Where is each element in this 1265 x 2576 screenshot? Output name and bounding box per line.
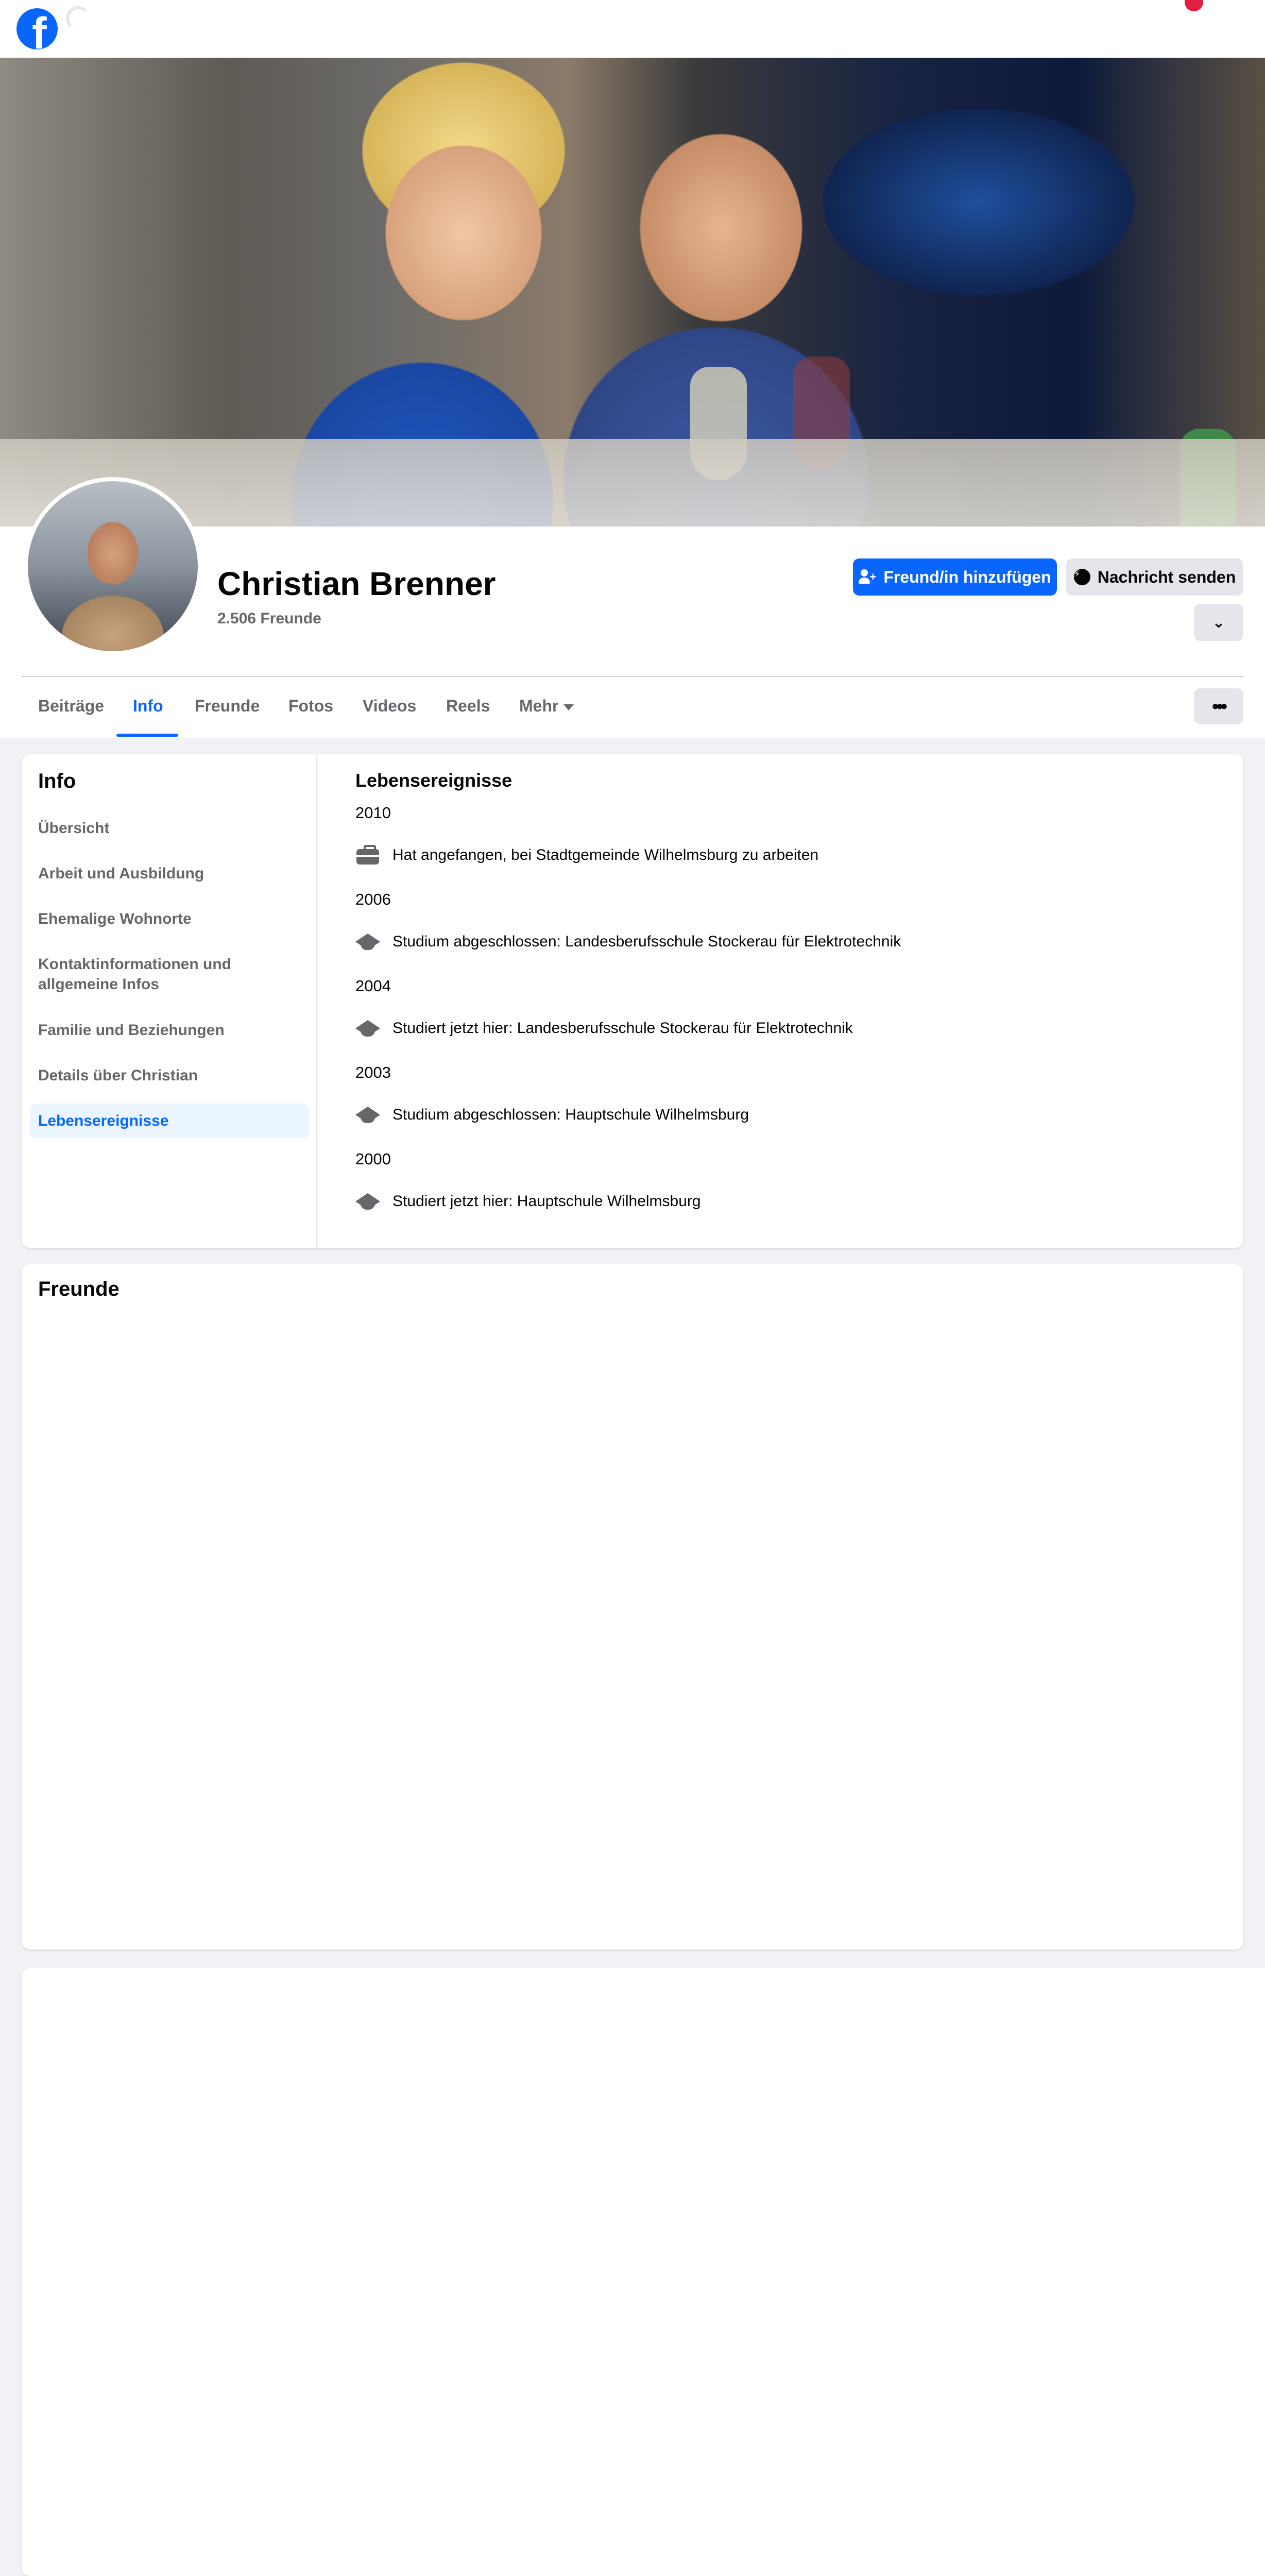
notification-badge[interactable] bbox=[1185, 0, 1203, 11]
tab-fotos[interactable]: Fotos bbox=[288, 697, 333, 716]
briefcase-icon bbox=[355, 845, 380, 866]
life-event-item[interactable]: Studiert jetzt hier: Landesberufsschule … bbox=[355, 1018, 853, 1039]
more-dots-icon: ••• bbox=[1212, 696, 1227, 717]
chevron-down-icon: ⌄ bbox=[1212, 614, 1225, 631]
send-message-label: Nachricht senden bbox=[1097, 567, 1236, 586]
info-nav-details[interactable]: Details über Christian bbox=[30, 1058, 309, 1093]
caret-down-icon bbox=[563, 704, 574, 710]
event-year: 2004 bbox=[355, 977, 391, 995]
life-event-text: Studiert jetzt hier: Landesberufsschule … bbox=[392, 1020, 853, 1037]
tab-info[interactable]: Info bbox=[133, 697, 163, 716]
profile-avatar[interactable] bbox=[24, 477, 202, 655]
graduation-cap-icon bbox=[355, 931, 380, 952]
profile-name: Christian Brenner bbox=[217, 565, 496, 602]
info-nav-overview[interactable]: Übersicht bbox=[30, 811, 309, 845]
graduation-cap-icon bbox=[355, 1018, 380, 1039]
event-year: 2000 bbox=[355, 1150, 391, 1168]
add-user-icon: + bbox=[859, 569, 876, 585]
event-year: 2003 bbox=[355, 1063, 391, 1081]
friends-card: Freunde bbox=[22, 1264, 1243, 1950]
info-nav-family[interactable]: Familie und Beziehungen bbox=[30, 1013, 309, 1047]
info-card: Info Übersicht Arbeit und Ausbildung Ehe… bbox=[22, 754, 1243, 1248]
graduation-cap-icon bbox=[355, 1105, 380, 1125]
tab-freunde[interactable]: Freunde bbox=[195, 697, 260, 716]
cover-photo[interactable] bbox=[0, 58, 1265, 527]
content-card bbox=[22, 1968, 1265, 2576]
tab-reels[interactable]: Reels bbox=[446, 697, 490, 716]
top-navigation-bar: f bbox=[0, 0, 1265, 58]
info-nav-work-education[interactable]: Arbeit und Ausbildung bbox=[30, 856, 309, 891]
tab-mehr[interactable]: Mehr bbox=[519, 697, 574, 716]
avatar-photo bbox=[28, 481, 198, 651]
facebook-logo-icon[interactable]: f bbox=[16, 8, 58, 49]
add-friend-button[interactable]: + Freund/in hinzufügen bbox=[853, 558, 1057, 596]
event-year: 2006 bbox=[355, 890, 391, 908]
info-nav-places-lived[interactable]: Ehemalige Wohnorte bbox=[30, 902, 309, 936]
life-event-item[interactable]: Studium abgeschlossen: Landesberufsschul… bbox=[355, 931, 901, 952]
friends-count[interactable]: 2.506 Freunde bbox=[217, 610, 321, 628]
life-event-item[interactable]: Hat angefangen, bei Stadtgemeinde Wilhel… bbox=[355, 845, 818, 866]
life-event-text: Studiert jetzt hier: Hauptschule Wilhelm… bbox=[392, 1193, 701, 1210]
life-event-item[interactable]: Studium abgeschlossen: Hauptschule Wilhe… bbox=[355, 1105, 749, 1125]
add-friend-label: Freund/in hinzufügen bbox=[883, 567, 1051, 586]
info-nav-contact-info[interactable]: Kontaktinformationen und allgemeine Info… bbox=[30, 947, 309, 1002]
table-image bbox=[0, 439, 1265, 527]
profile-menu-button[interactable]: ••• bbox=[1194, 688, 1243, 724]
graduation-cap-icon bbox=[355, 1191, 380, 1212]
more-options-button[interactable]: ⌄ bbox=[1194, 604, 1243, 641]
info-nav-life-events[interactable]: Lebensereignisse bbox=[30, 1104, 309, 1138]
tab-beitraege[interactable]: Beiträge bbox=[38, 697, 104, 716]
info-title: Info bbox=[38, 770, 76, 792]
tab-mehr-label: Mehr bbox=[519, 697, 559, 715]
messenger-icon: ⚡ bbox=[1073, 569, 1090, 585]
life-event-item[interactable]: Studiert jetzt hier: Hauptschule Wilhelm… bbox=[355, 1191, 701, 1212]
active-tab-indicator bbox=[116, 734, 178, 737]
life-event-text: Studium abgeschlossen: Hauptschule Wilhe… bbox=[392, 1106, 749, 1123]
tab-videos[interactable]: Videos bbox=[363, 697, 416, 716]
life-event-text: Studium abgeschlossen: Landesberufsschul… bbox=[392, 933, 901, 950]
event-year: 2010 bbox=[355, 804, 391, 822]
header-divider bbox=[22, 676, 1243, 677]
send-message-button[interactable]: ⚡ Nachricht senden bbox=[1066, 558, 1243, 596]
info-sidebar: Info Übersicht Arbeit und Ausbildung Ehe… bbox=[22, 754, 317, 1248]
search-icon[interactable] bbox=[66, 6, 91, 31]
life-events-title: Lebensereignisse bbox=[355, 770, 512, 791]
life-event-text: Hat angefangen, bei Stadtgemeinde Wilhel… bbox=[392, 846, 819, 863]
friends-section-title[interactable]: Freunde bbox=[38, 1278, 119, 1301]
